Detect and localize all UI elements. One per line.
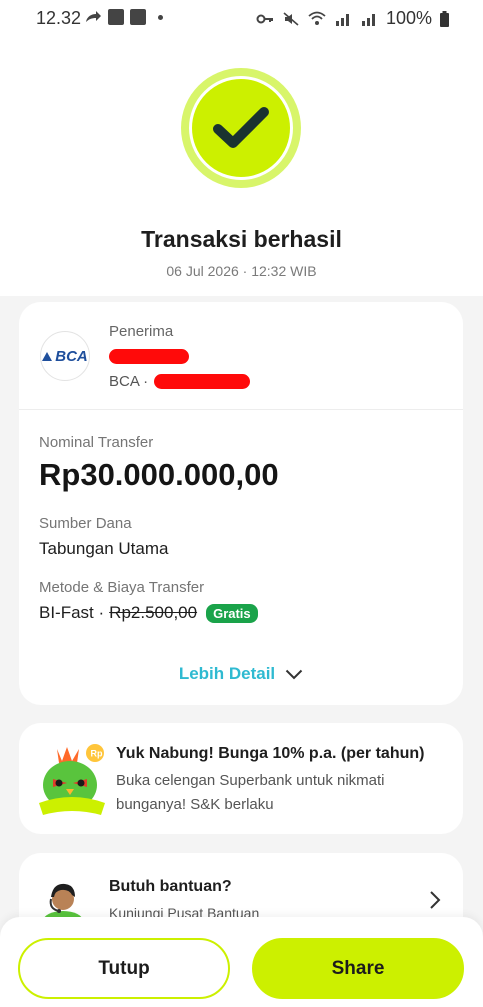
original-fee: Rp2.500,00 [109,603,198,622]
bottom-action-bar: Tutup Share [0,917,483,1007]
share-button[interactable]: Share [252,938,464,999]
wifi-icon [308,11,326,25]
method-label: Metode & Biaya Transfer [39,579,205,596]
chevron-right-icon [430,891,441,909]
recipient-bank-account: BCA · [109,373,251,390]
recipient-bank-name: BCA · [109,373,149,390]
recipient-label: Penerima [109,323,174,340]
transaction-card: BCA Penerima BCA · Nominal Transfer Rp30… [19,302,463,705]
success-header: Transaksi berhasil 06 Jul 2026 · 12:32 W… [0,36,483,296]
notification-icons [84,9,163,25]
help-title: Butuh bantuan? [109,878,232,895]
system-icons: 100% [256,8,449,29]
transfer-amount: Rp30.000.000,00 [39,457,279,492]
page-title: Transaksi berhasil [141,226,342,252]
transaction-datetime: 06 Jul 2026 · 12:32 WIB [166,263,317,279]
status-time: 12.32 [36,8,82,28]
free-badge: Gratis [206,603,258,623]
battery-percent: 100% [385,8,432,28]
redacted-account-number [154,374,251,389]
mute-icon [283,11,299,26]
redacted-recipient-name [109,349,189,364]
app-notification-icon [108,9,124,25]
more-notifications-dot [158,14,163,20]
close-button[interactable]: Tutup [18,938,230,999]
status-bar: 12.32 100% [0,0,483,36]
owl-mascot-icon: Rp [39,744,105,815]
method-row: BI-Fast · Rp2.500,00 Gratis [39,603,258,623]
transfer-method: BI-Fast · [39,603,105,622]
chevron-down-icon [285,669,303,679]
share-arrow-icon [86,11,101,22]
battery-icon [440,10,449,27]
success-check-icon [181,68,301,188]
savings-promo-card[interactable]: Rp Yuk Nabung! Bunga 10% p.a. (per tahun… [19,723,463,834]
svg-text:Rp: Rp [91,749,103,759]
source-label: Sumber Dana [39,515,132,532]
source-value: Tabungan Utama [39,539,169,558]
more-detail-button[interactable]: Lebih Detail [19,664,463,684]
signal-icon [361,13,375,26]
key-icon [256,14,273,23]
checkmark-icon [213,107,269,148]
more-detail-label: Lebih Detail [178,664,276,683]
promo-description: Buka celengan Superbank untuk nikmati bu… [116,772,385,813]
transaction-success-screen: 12.32 100% Transaksi berhasil 06 Jul 202… [0,0,483,1007]
signal-icon [335,13,349,26]
divider [19,409,463,410]
bank-logo-mark [42,351,53,361]
app-notification-icon [130,9,146,25]
amount-label: Nominal Transfer [39,434,154,451]
bank-logo: BCA [40,331,90,381]
promo-title: Yuk Nabung! Bunga 10% p.a. (per tahun) [116,745,425,762]
